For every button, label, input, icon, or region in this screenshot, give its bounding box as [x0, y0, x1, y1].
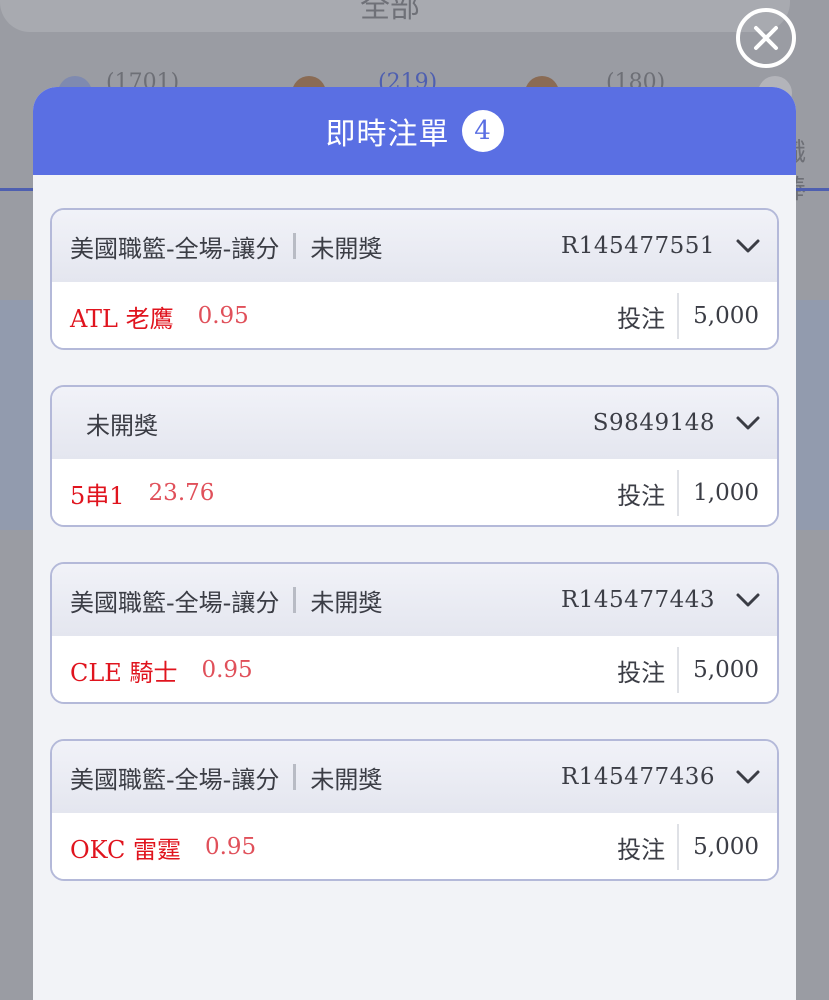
body-separator	[677, 824, 680, 870]
bet-selection: 5串1	[70, 481, 125, 510]
chevron-down-icon[interactable]	[735, 233, 761, 259]
bet-league: 美國職籃-全場-讓分	[70, 588, 280, 617]
bet-odds: 23.76	[148, 480, 215, 506]
bet-selection: ATL 老鷹	[70, 304, 174, 333]
body-separator	[677, 470, 680, 516]
bet-league: 美國職籃-全場-讓分	[70, 765, 280, 794]
bet-card-header[interactable]: 美國職籃-全場-讓分 未開獎 R145477436	[52, 741, 777, 813]
bet-amount-label: 投注	[617, 658, 666, 687]
body-separator	[677, 647, 680, 693]
bet-card-body: CLE 騎士 0.95 投注 5,000	[52, 636, 777, 702]
chevron-down-icon[interactable]	[735, 410, 761, 436]
header-separator	[293, 233, 297, 259]
bet-status: 未開獎	[310, 234, 383, 263]
bet-count-badge: 4	[461, 110, 504, 152]
bet-amount: 5,000	[693, 834, 759, 860]
close-button[interactable]	[736, 8, 796, 68]
bet-card: 美國職籃-全場-讓分 未開獎 R145477551 ATL 老鷹 0.95 投注…	[50, 208, 779, 350]
bet-card: 美國職籃-全場-讓分 未開獎 R145477436 OKC 雷霆 0.95 投注…	[50, 739, 779, 881]
bet-card: 未開獎 S9849148 5串1 23.76 投注 1,000	[50, 385, 779, 527]
bet-status: 未開獎	[310, 588, 383, 617]
bet-ticket-id: S9849148	[592, 410, 715, 436]
bet-card-header[interactable]: 美國職籃-全場-讓分 未開獎 R145477443	[52, 564, 777, 636]
bet-selection: CLE 騎士	[70, 658, 178, 687]
chevron-down-icon[interactable]	[735, 587, 761, 613]
bet-amount: 5,000	[693, 303, 759, 329]
bet-ticket-id: R145477436	[560, 764, 715, 790]
bet-list: 美國職籃-全場-讓分 未開獎 R145477551 ATL 老鷹 0.95 投注…	[50, 208, 779, 916]
bet-card-body: ATL 老鷹 0.95 投注 5,000	[52, 282, 777, 348]
body-separator	[677, 293, 680, 339]
bet-amount: 1,000	[693, 480, 759, 506]
bet-ticket-id: R145477551	[560, 233, 715, 259]
bet-card: 美國職籃-全場-讓分 未開獎 R145477443 CLE 騎士 0.95 投注…	[50, 562, 779, 704]
bet-ticket-id: R145477443	[560, 587, 715, 613]
header-separator	[293, 764, 297, 790]
bet-odds: 0.95	[201, 657, 253, 683]
bet-card-header[interactable]: 未開獎 S9849148	[52, 387, 777, 459]
bet-amount-label: 投注	[617, 481, 666, 510]
close-icon	[754, 26, 778, 50]
chevron-down-icon[interactable]	[735, 764, 761, 790]
bet-odds: 0.95	[204, 834, 257, 860]
modal-title: 即時注單	[325, 117, 450, 152]
bet-card-header[interactable]: 美國職籃-全場-讓分 未開獎 R145477551	[52, 210, 777, 282]
modal-header: 即時注單 4	[33, 87, 796, 175]
bet-selection: OKC 雷霆	[70, 835, 181, 864]
background-title: 全部	[360, 0, 420, 25]
bet-status: 未開獎	[310, 765, 383, 794]
bet-card-body: 5串1 23.76 投注 1,000	[52, 459, 777, 525]
bet-amount: 5,000	[693, 657, 759, 683]
bet-league: 美國職籃-全場-讓分	[70, 234, 280, 263]
bet-card-body: OKC 雷霆 0.95 投注 5,000	[52, 813, 777, 879]
live-bets-modal: 即時注單 4 美國職籃-全場-讓分 未開獎 R145477551 ATL 老鷹 …	[33, 87, 796, 1000]
header-separator	[293, 587, 297, 613]
bet-amount-label: 投注	[617, 304, 666, 333]
bet-status: 未開獎	[86, 411, 158, 440]
bet-odds: 0.95	[197, 303, 249, 329]
bet-amount-label: 投注	[617, 835, 666, 864]
